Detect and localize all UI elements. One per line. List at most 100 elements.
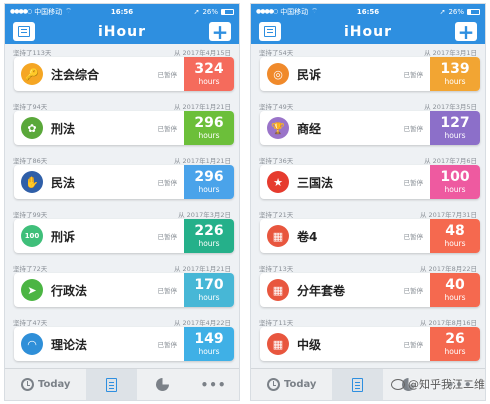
task-name: 中级: [297, 337, 322, 352]
list-item: 坚持了86天 从 2017年1月21日 ✋ 民法 已暂停 296 hours: [5, 152, 239, 204]
screenshot-stage: ●●●●○ 中国移动 ⌔ 16:56 ➚ 26% iHour + 坚持了113天…: [0, 0, 490, 404]
start-date: 从 2017年3月5日: [424, 103, 477, 111]
task-card[interactable]: ▦ 中级 已暂停 26 hours: [260, 327, 480, 361]
task-card[interactable]: ◠ 理论法 已暂停 149 hours: [14, 327, 234, 361]
list-item: 坚持了99天 从 2017年3月2日 100 刑诉 已暂停 226 hours: [5, 206, 239, 258]
tab-today[interactable]: Today: [251, 369, 332, 400]
start-date: 从 2017年8月16日: [419, 319, 477, 327]
wifi-icon: ◠: [21, 333, 43, 355]
menu-button[interactable]: [13, 22, 35, 41]
streak-days: 坚持了113天: [13, 49, 52, 57]
tab-more[interactable]: •••: [188, 369, 239, 400]
paused-status: 已暂停: [157, 179, 178, 187]
task-name: 注会综合: [51, 67, 100, 82]
plant-icon: ✿: [21, 117, 43, 139]
tab-today[interactable]: Today: [5, 369, 86, 400]
task-card[interactable]: ➤ 行政法 已暂停 170 hours: [14, 273, 234, 307]
start-date: 从 2017年3月2日: [178, 211, 231, 219]
hours-badge: 226 hours: [184, 219, 234, 253]
paused-status: 已暂停: [157, 287, 178, 295]
hours-unit: hours: [444, 131, 466, 140]
add-button[interactable]: +: [209, 19, 231, 44]
menu-button[interactable]: [259, 22, 281, 41]
streak-days: 坚持了72天: [13, 265, 48, 273]
item-meta: 坚持了36天 从 2017年7月6日: [251, 152, 485, 165]
task-card[interactable]: ▦ 卷4 已暂停 48 hours: [260, 219, 480, 253]
clapperboard-icon: ▦: [267, 225, 289, 247]
hours-value: 296: [194, 115, 224, 131]
streak-days: 坚持了11天: [259, 319, 294, 327]
task-card[interactable]: 🔑 注会综合 已暂停 324 hours: [14, 57, 234, 91]
task-card[interactable]: ✋ 民法 已暂停 296 hours: [14, 165, 234, 199]
task-card[interactable]: 100 刑诉 已暂停 226 hours: [14, 219, 234, 253]
hours-badge: 139 hours: [430, 57, 480, 91]
hours-unit: hours: [444, 239, 466, 248]
list-item: 坚持了94天 从 2017年1月21日 ✿ 刑法 已暂停 296 hours: [5, 98, 239, 150]
hours-badge: 324 hours: [184, 57, 234, 91]
watermark-text: @知乎我江二维: [408, 378, 485, 391]
start-date: 从 2017年8月22日: [419, 265, 477, 273]
hours-value: 226: [194, 223, 224, 239]
status-time: 16:56: [110, 7, 134, 16]
battery-icon: [467, 8, 480, 15]
pie-chart-icon: [156, 378, 170, 391]
plus-icon: +: [457, 19, 475, 44]
item-meta: 坚持了86天 从 2017年1月21日: [5, 152, 239, 165]
item-meta: 坚持了72天 从 2017年1月21日: [5, 260, 239, 273]
hours-unit: hours: [444, 77, 466, 86]
paused-status: 已暂停: [403, 71, 424, 79]
task-card[interactable]: ★ 三国法 已暂停 100 hours: [260, 165, 480, 199]
phone-screen-left: ●●●●○ 中国移动 ⌔ 16:56 ➚ 26% iHour + 坚持了113天…: [4, 3, 240, 401]
add-button[interactable]: +: [455, 19, 477, 44]
plus-icon: +: [211, 19, 229, 44]
task-name: 商经: [297, 121, 322, 136]
task-name: 理论法: [51, 337, 88, 352]
hours-value: 296: [194, 169, 224, 185]
clapperboard-icon: ▦: [267, 279, 289, 301]
paused-status: 已暂停: [403, 287, 424, 295]
start-date: 从 2017年7月6日: [424, 157, 477, 165]
start-date: 从 2017年7月31日: [419, 211, 477, 219]
hours-badge: 149 hours: [184, 327, 234, 361]
streak-days: 坚持了94天: [13, 103, 48, 111]
paused-status: 已暂停: [403, 233, 424, 241]
paused-status: 已暂停: [157, 341, 178, 349]
task-card[interactable]: ✿ 刑法 已暂停 296 hours: [14, 111, 234, 145]
item-meta: 坚持了13天 从 2017年8月22日: [251, 260, 485, 273]
tab-today-label: Today: [283, 379, 317, 390]
hours-unit: hours: [444, 293, 466, 302]
item-meta: 坚持了47天 从 2017年4月22日: [5, 314, 239, 327]
item-meta: 坚持了11天 从 2017年8月16日: [251, 314, 485, 327]
start-date: 从 2017年3月1日: [424, 49, 477, 57]
hours-badge: 48 hours: [430, 219, 480, 253]
clock-icon: [20, 378, 34, 391]
start-date: 从 2017年4月15日: [173, 49, 231, 57]
phone-screen-right: ●●●●○ 中国移动 ⌔ 16:56 ➚ 26% iHour + 坚持了54天从…: [250, 3, 486, 401]
item-meta: 坚持了94天 从 2017年1月21日: [5, 98, 239, 111]
tab-today-label: Today: [37, 379, 71, 390]
task-card[interactable]: ◎ 民诉 已暂停 139 hours: [260, 57, 480, 91]
start-date: 从 2017年4月22日: [173, 319, 231, 327]
tab-list[interactable]: [86, 369, 138, 400]
hours-unit: hours: [198, 185, 220, 194]
clock-icon: [266, 378, 280, 391]
china-flag-icon: ★: [267, 171, 289, 193]
task-card[interactable]: ▦ 分年套卷 已暂停 40 hours: [260, 273, 480, 307]
hours-badge: 296 hours: [184, 165, 234, 199]
start-date: 从 2017年1月21日: [173, 103, 231, 111]
compass-icon: ➤: [21, 279, 43, 301]
hours-value: 48: [445, 223, 465, 239]
paused-status: 已暂停: [157, 233, 178, 241]
hours-value: 127: [440, 115, 470, 131]
task-card[interactable]: 🏆 商经 已暂停 127 hours: [260, 111, 480, 145]
streak-days: 坚持了99天: [13, 211, 48, 219]
list-item: 坚持了47天 从 2017年4月22日 ◠ 理论法 已暂停 149 hours: [5, 314, 239, 366]
tab-stats[interactable]: [137, 369, 188, 400]
paused-status: 已暂停: [403, 341, 424, 349]
streak-days: 坚持了13天: [259, 265, 294, 273]
battery-icon: [221, 8, 234, 15]
tab-list[interactable]: [332, 369, 384, 400]
status-time: 16:56: [356, 7, 380, 16]
streak-days: 坚持了86天: [13, 157, 48, 165]
list-item: 坚持了49天 从 2017年3月5日 🏆 商经 已暂停 127 hours: [251, 98, 485, 150]
